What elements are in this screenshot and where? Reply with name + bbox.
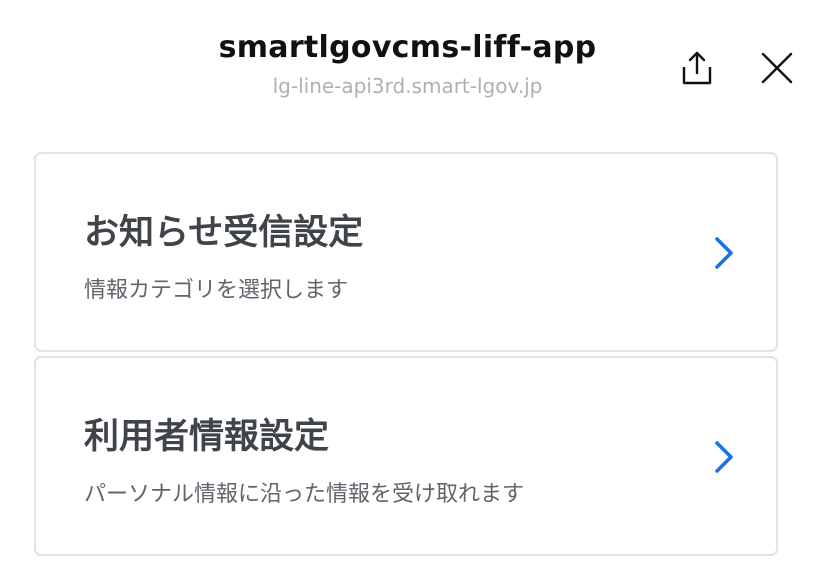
menu-item-title: 利用者情報設定	[84, 417, 330, 457]
menu-item-description: パーソナル情報に沿った情報を受け取れます	[84, 482, 525, 507]
menu-item-title: お知らせ受信設定	[84, 213, 364, 253]
close-icon	[761, 52, 793, 84]
menu-item-description: 情報カテゴリを選択します	[84, 278, 349, 303]
app-header: smartlgovcms-liff-app lg-line-api3rd.sma…	[0, 0, 827, 130]
close-button[interactable]	[755, 46, 799, 90]
menu-item-notification-settings[interactable]: お知らせ受信設定 情報カテゴリを選択します	[34, 152, 778, 352]
chevron-right-icon	[715, 237, 733, 269]
share-button[interactable]	[675, 46, 719, 90]
menu-item-user-info-settings[interactable]: 利用者情報設定 パーソナル情報に沿った情報を受け取れます	[34, 356, 778, 556]
share-icon	[682, 51, 712, 85]
chevron-right-icon	[715, 441, 733, 473]
